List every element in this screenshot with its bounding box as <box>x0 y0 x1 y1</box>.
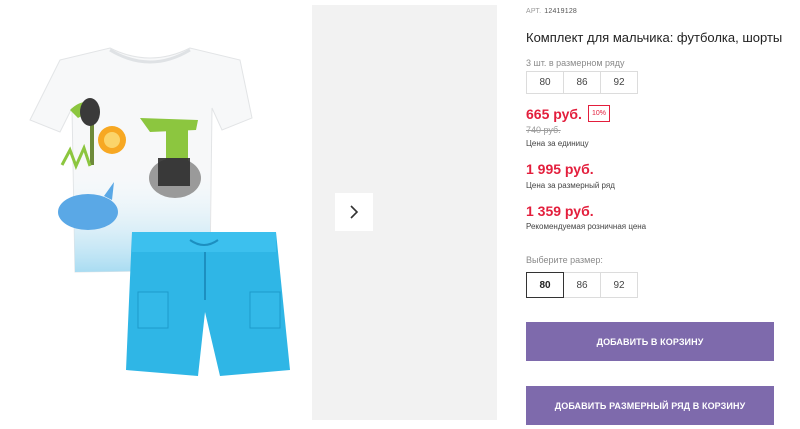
unit-price-caption: Цена за единицу <box>526 139 589 148</box>
size-option-80[interactable]: 80 <box>526 272 564 298</box>
discount-badge: 10% <box>587 105 610 122</box>
product-photo-illustration: helloo <box>29 47 290 376</box>
article-number: АРТ. 12419128 <box>526 8 577 15</box>
unit-price: 665 руб. <box>526 105 582 122</box>
choose-size-label: Выберите размер: <box>526 255 603 265</box>
unit-price-row: 665 руб. 10% <box>526 105 610 122</box>
range-quantity-label: 3 шт. в размерном ряду <box>526 58 625 68</box>
range-sizes: 80 86 92 <box>526 71 638 94</box>
article-label: АРТ. <box>526 8 542 15</box>
range-price: 1 995 руб. <box>526 161 594 177</box>
product-image[interactable]: helloo <box>0 0 300 429</box>
retail-price: 1 359 руб. <box>526 203 594 219</box>
range-size-92: 92 <box>600 71 638 94</box>
article-value: 12419128 <box>544 8 578 15</box>
range-size-80: 80 <box>526 71 564 94</box>
retail-price-caption: Рекомендуемая розничная цена <box>526 222 647 231</box>
size-selector: 80 86 92 <box>526 272 638 298</box>
chevron-right-icon <box>350 205 359 219</box>
size-option-92[interactable]: 92 <box>600 272 638 298</box>
product-title: Комплект для мальчика: футболка, шорты <box>526 30 783 45</box>
gallery-next-button[interactable] <box>335 193 373 231</box>
gallery-panel <box>312 5 497 420</box>
range-price-caption: Цена за размерный ряд <box>526 181 615 190</box>
add-range-to-cart-button[interactable]: ДОБАВИТЬ РАЗМЕРНЫЙ РЯД В КОРЗИНУ <box>526 386 774 425</box>
size-option-86[interactable]: 86 <box>563 272 601 298</box>
old-price: 740 руб. <box>526 125 561 135</box>
range-size-86: 86 <box>563 71 601 94</box>
add-to-cart-button[interactable]: ДОБАВИТЬ В КОРЗИНУ <box>526 322 774 361</box>
